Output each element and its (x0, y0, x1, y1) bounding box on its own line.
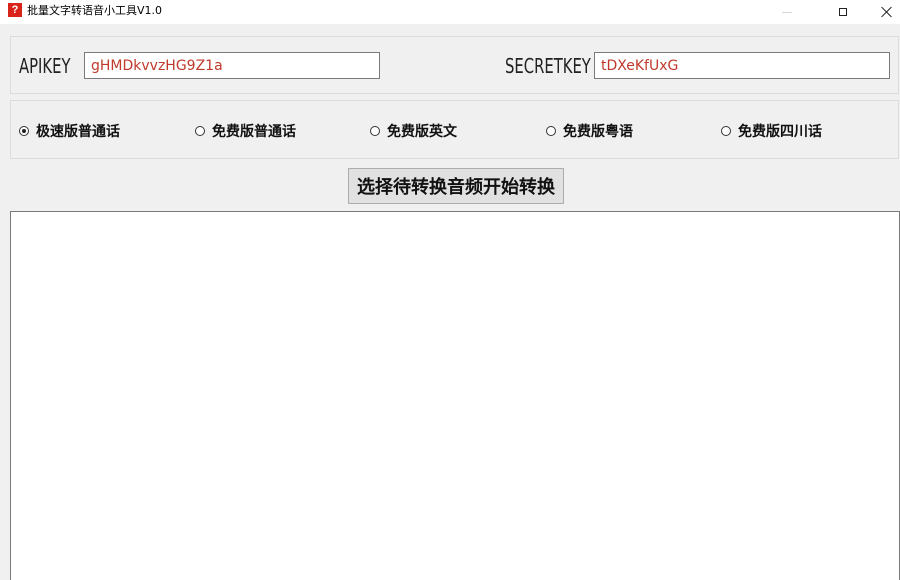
secretkey-label: SECRETKEY (505, 54, 591, 78)
radio-label: 免费版英文 (387, 124, 457, 140)
radio-label: 免费版普通话 (212, 124, 296, 140)
maximize-icon (839, 8, 847, 16)
radio-button-icon (19, 126, 29, 136)
radio-free-mandarin[interactable]: 免费版普通话 (195, 122, 296, 140)
window-title: 批量文字转语音小工具V1.0 (27, 4, 163, 17)
close-button[interactable] (864, 0, 900, 24)
apikey-input[interactable] (84, 52, 380, 79)
app-icon: ? (8, 3, 22, 17)
select-and-convert-button[interactable]: 选择待转换音频开始转换 (348, 168, 564, 204)
minimize-button[interactable] (764, 0, 810, 24)
radio-button-icon (370, 126, 380, 136)
radio-free-english[interactable]: 免费版英文 (370, 122, 457, 140)
secretkey-input[interactable] (594, 52, 890, 79)
radio-label: 免费版粤语 (563, 124, 633, 140)
title-bar: ? 批量文字转语音小工具V1.0 (0, 0, 900, 24)
radio-free-sichuanese[interactable]: 免费版四川话 (721, 122, 822, 140)
radio-fast-mandarin[interactable]: 极速版普通话 (19, 122, 120, 140)
radio-button-icon (721, 126, 731, 136)
radio-button-icon (195, 126, 205, 136)
apikey-label: APIKEY (19, 54, 71, 78)
minimize-icon (782, 11, 792, 13)
maximize-button[interactable] (820, 0, 866, 24)
close-icon (881, 6, 893, 18)
radio-free-cantonese[interactable]: 免费版粤语 (546, 122, 633, 140)
radio-label: 免费版四川话 (738, 124, 822, 140)
output-log-textarea[interactable] (10, 211, 900, 580)
radio-button-icon (546, 126, 556, 136)
radio-label: 极速版普通话 (36, 124, 120, 140)
